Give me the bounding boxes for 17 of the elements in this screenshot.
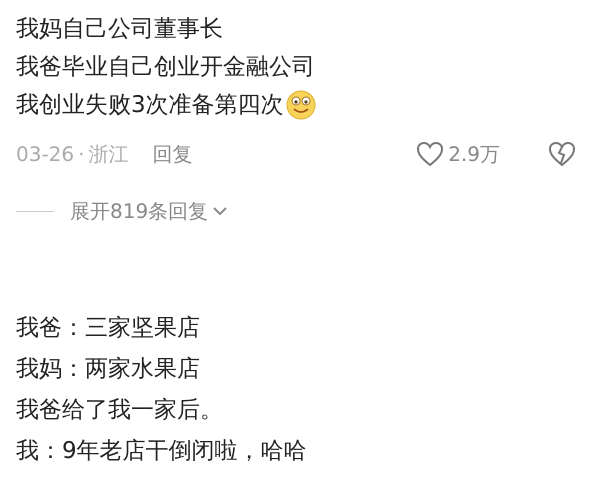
comment-text: 我妈自己公司董事长 [16, 15, 223, 44]
comment-text: 我爸给了我一家后。 [16, 396, 223, 425]
chevron-down-icon [212, 205, 228, 217]
comment-text: 我爸：三家坚果店 [16, 314, 200, 343]
expand-replies-button[interactable]: 展开819条回复 [70, 196, 228, 226]
reply-link[interactable]: 回复 [152, 139, 192, 169]
smiley-icon [286, 90, 316, 120]
comment-text: 我爸毕业自己创业开金融公司 [16, 53, 315, 82]
dislike-button[interactable] [548, 141, 576, 167]
comment-text: 我：9年老店干倒闭啦，哈哈 [16, 437, 307, 466]
like-button[interactable]: 2.9万 [416, 139, 500, 169]
separator-dot: · [78, 141, 84, 168]
comment-date: 03-26 [16, 141, 74, 168]
comment-location: 浙江 [88, 141, 128, 168]
heart-icon [416, 141, 444, 167]
comment-text: 我妈：两家水果店 [16, 355, 200, 384]
comment-text: 我创业失败3次准备第四次 [16, 91, 284, 120]
